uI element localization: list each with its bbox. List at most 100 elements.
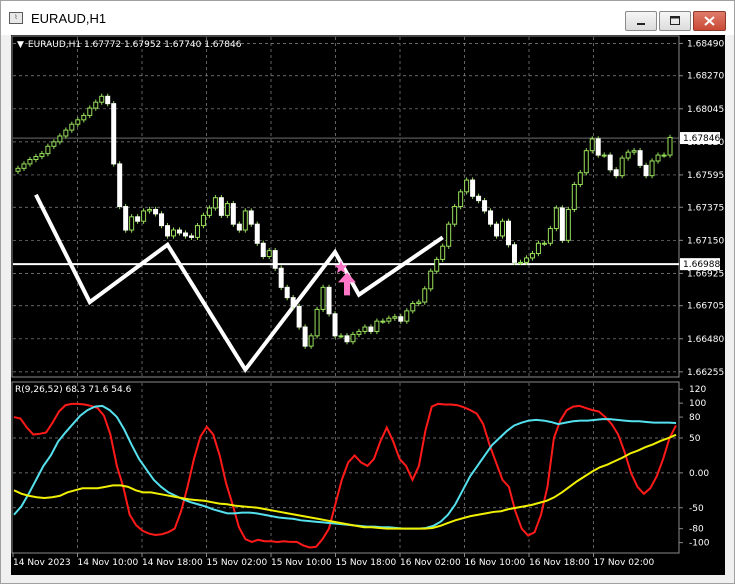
candle-body: [254, 223, 260, 244]
candle-body: [117, 163, 123, 208]
y-tick-label: 1.67150: [687, 236, 724, 246]
candle-body: [218, 197, 224, 216]
candle-body: [15, 167, 21, 172]
candle-body: [655, 154, 661, 162]
candle-body: [535, 242, 541, 255]
candle-body: [434, 258, 440, 272]
candle-body: [577, 172, 583, 185]
candle-body: [565, 208, 571, 241]
candle-body: [27, 159, 33, 165]
candle-body: [440, 245, 446, 260]
window-titlebar[interactable]: ⌇ EURAUD,H1: [1, 1, 734, 35]
candle-body: [21, 163, 27, 169]
candle-body: [356, 330, 362, 335]
candle-body: [344, 335, 350, 343]
y-tick-label: 1.68270: [687, 72, 724, 82]
candle-body: [541, 242, 547, 245]
candle-body: [326, 286, 332, 315]
candle-body: [266, 250, 272, 257]
candle-body: [200, 214, 206, 227]
mt4-chart-icon: ⌇: [9, 12, 23, 24]
candle-body: [637, 150, 643, 166]
candle-body: [123, 206, 129, 231]
candle-body: [147, 208, 153, 212]
candle-body: [153, 208, 159, 215]
candle-body: [99, 95, 105, 103]
candle-body: [482, 200, 488, 212]
chart-area[interactable]: 14 Nov 2023 14 Nov 10:00 14 Nov 18:00 15 No…: [11, 35, 725, 575]
x-tick-label: 16 Nov 18:00: [529, 558, 590, 568]
main-pane-frame: [11, 35, 680, 378]
y-tick-label-ind: -80: [689, 525, 704, 535]
y-tick-label: 1.66705: [687, 302, 724, 312]
candle-body: [601, 154, 607, 157]
x-tick-label: 14 Nov 2023: [13, 558, 71, 568]
x-tick-label: 16 Nov 02:00: [400, 558, 461, 568]
candle-body: [410, 303, 416, 312]
candle-body: [290, 297, 296, 307]
chart-window: ⌇ EURAUD,H1 14 Nov 2023 14 Nov 10:00 14 No…: [0, 0, 735, 584]
candle-body: [159, 213, 165, 227]
candle-body: [547, 228, 553, 244]
candle-body: [75, 119, 81, 125]
candle-body: [553, 207, 559, 230]
candle-body: [242, 210, 248, 231]
candle-body: [51, 141, 57, 147]
candle-body: [272, 250, 278, 269]
minimize-button[interactable]: [625, 11, 657, 31]
close-button[interactable]: [693, 11, 726, 31]
candle-body: [523, 257, 529, 263]
candle-body: [135, 216, 141, 222]
candle-body: [619, 157, 625, 177]
candle-body: [224, 203, 230, 216]
x-tick-label: 15 Nov 10:00: [271, 558, 332, 568]
candle-body: [320, 286, 326, 310]
maximize-button[interactable]: [659, 11, 691, 31]
candle-body: [105, 95, 111, 105]
candle-body: [661, 154, 667, 157]
candle-body: [667, 136, 673, 156]
candle-body: [398, 316, 404, 322]
candle-body: [368, 326, 374, 332]
candle-body: [458, 191, 464, 208]
price-label: 1.67846: [683, 134, 720, 144]
candle-body: [350, 333, 356, 343]
candle-body: [416, 301, 422, 305]
candle-body: [296, 305, 302, 328]
x-tick-label: 16 Nov 10:00: [465, 558, 526, 568]
candle-body: [428, 270, 434, 290]
candle-body: [302, 326, 308, 347]
y-tick-label: 1.68045: [687, 105, 724, 115]
double-bottom-pattern: [34, 193, 444, 374]
candle-body: [500, 220, 506, 237]
candle-body: [260, 242, 266, 257]
candle-body: [57, 135, 63, 143]
candle-body: [45, 145, 51, 155]
indicator-line-1: [13, 402, 677, 549]
chart-header: ▼ EURAUD,H1 1.67772 1.67952 1.67740 1.678…: [17, 40, 242, 50]
candle-body: [595, 138, 601, 156]
candle-body: [386, 317, 392, 322]
chart-canvas[interactable]: 14 Nov 2023 14 Nov 10:00 14 Nov 18:00 15 No…: [11, 35, 725, 575]
candle-body: [33, 156, 39, 161]
price-label: 1.66988: [683, 260, 720, 270]
candle-body: [129, 216, 135, 231]
candle-body: [278, 267, 284, 288]
y-tick-label-ind: -100: [689, 539, 710, 549]
candle-body: [212, 197, 218, 209]
window-title: EURAUD,H1: [31, 11, 107, 26]
candle-body: [631, 150, 637, 153]
candle-body: [529, 253, 535, 259]
candle-body: [332, 313, 338, 337]
candle-body: [177, 229, 182, 234]
y-tick-label-ind: 120: [689, 385, 706, 395]
y-tick-label-ind: 50: [689, 434, 701, 444]
candle-body: [494, 223, 500, 237]
candle-body: [236, 223, 242, 231]
x-tick-label: 14 Nov 10:00: [78, 558, 139, 568]
candle-body: [374, 320, 380, 332]
candle-body: [511, 244, 517, 263]
x-tick-label: 15 Nov 18:00: [336, 558, 397, 568]
candle-body: [338, 335, 344, 338]
candle-body: [380, 320, 386, 323]
